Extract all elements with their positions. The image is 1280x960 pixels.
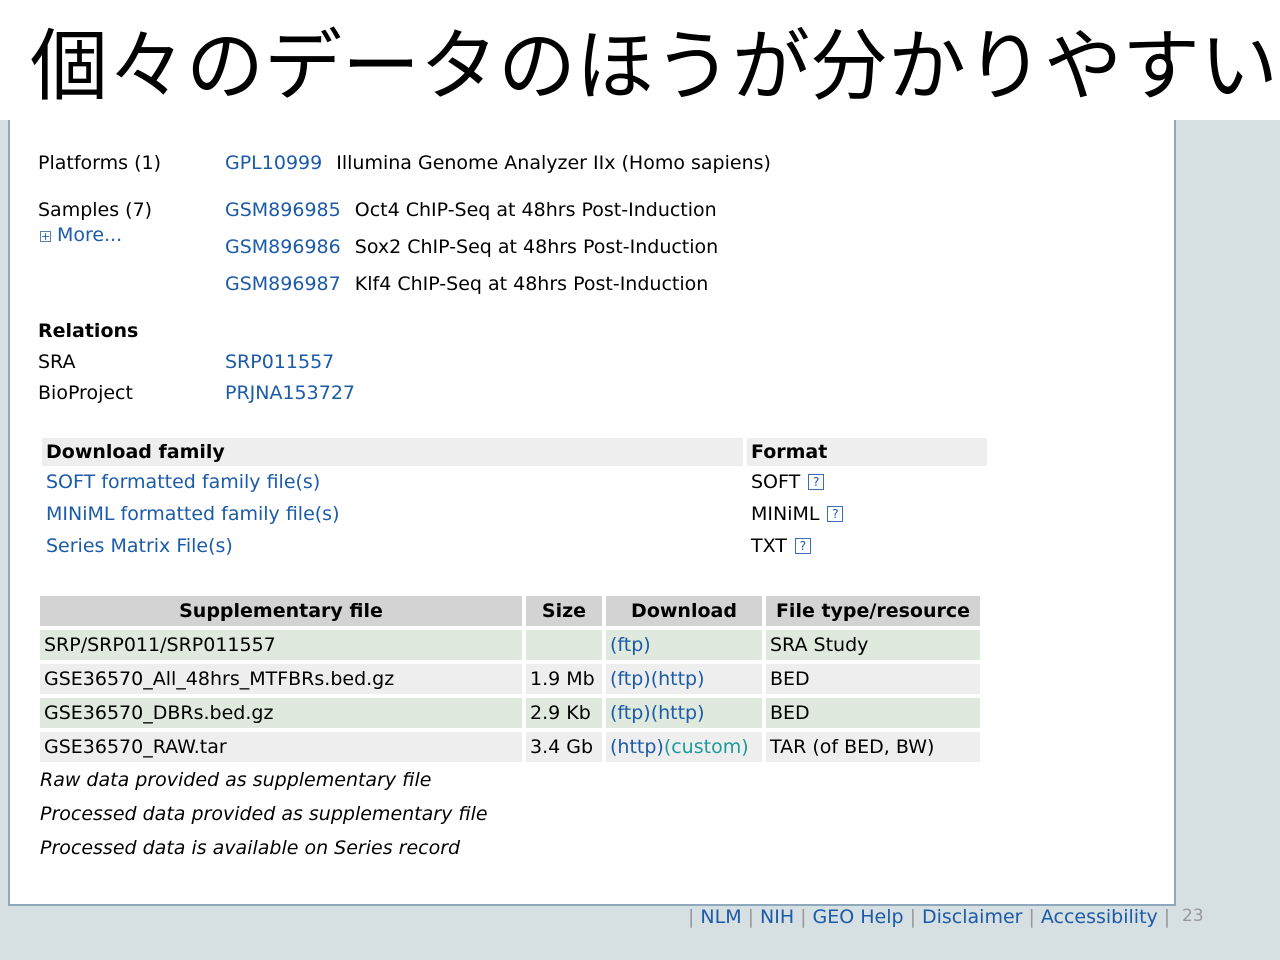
supplementary-note: Raw data provided as supplementary file — [40, 769, 432, 791]
http-link[interactable]: (http) — [651, 668, 705, 690]
footer-link-accessibility[interactable]: Accessibility — [1041, 906, 1158, 928]
download-header: Download — [606, 596, 762, 626]
table-row: SRP/SRP011/SRP011557 (ftp) SRA Study — [40, 630, 980, 660]
footer-separator: | — [909, 906, 916, 928]
miniml-family-link[interactable]: MINiML formatted family file(s) — [46, 503, 339, 525]
table-row: GSE36570_All_48hrs_MTFBRs.bed.gz 1.9 Mb … — [40, 664, 980, 694]
file-name: GSE36570_All_48hrs_MTFBRs.bed.gz — [40, 664, 522, 694]
platform-description: Illumina Genome Analyzer IIx (Homo sapie… — [336, 152, 771, 174]
supplementary-note: Processed data provided as supplementary… — [40, 803, 488, 825]
file-size: 1.9 Mb — [526, 664, 602, 694]
samples-label: Samples (7) — [38, 199, 153, 221]
footer-separator: | — [688, 906, 695, 928]
relation-label: SRA — [38, 351, 76, 373]
sample-row: GSM896986 Sox2 ChIP-Seq at 48hrs Post-In… — [225, 236, 718, 258]
platform-link[interactable]: GPL10999 — [225, 152, 322, 174]
sample-description: Klf4 ChIP-Seq at 48hrs Post-Induction — [354, 273, 709, 295]
soft-family-link[interactable]: SOFT formatted family file(s) — [46, 471, 320, 493]
plus-box-icon: + — [40, 230, 51, 243]
ftp-link[interactable]: (ftp) — [610, 702, 651, 724]
help-icon[interactable]: ? — [827, 506, 844, 522]
format-value: MINiML — [751, 503, 820, 525]
file-type: SRA Study — [766, 630, 980, 660]
help-icon[interactable]: ? — [794, 538, 811, 554]
supplementary-file-table: Supplementary file Size Download File ty… — [36, 592, 984, 766]
file-size: 2.9 Kb — [526, 698, 602, 728]
footer-separator: | — [747, 906, 755, 928]
supplementary-file-header: Supplementary file — [40, 596, 522, 626]
file-name: GSE36570_RAW.tar — [40, 732, 522, 762]
more-samples-toggle[interactable]: + More... — [40, 224, 122, 246]
download-family-table: Download family Format SOFT formatted fa… — [38, 438, 991, 562]
help-icon[interactable]: ? — [808, 474, 825, 490]
download-family-header: Download family — [42, 438, 743, 466]
series-matrix-link[interactable]: Series Matrix File(s) — [46, 535, 233, 557]
relations-heading: Relations — [38, 320, 139, 342]
file-size — [526, 630, 602, 660]
relation-label: BioProject — [38, 382, 133, 404]
size-header: Size — [526, 596, 602, 626]
footer-separator: | — [1163, 906, 1171, 928]
table-row: GSE36570_DBRs.bed.gz 2.9 Kb (ftp)(http) … — [40, 698, 980, 728]
sample-row: GSM896985 Oct4 ChIP-Seq at 48hrs Post-In… — [225, 199, 717, 221]
http-link[interactable]: (http) — [651, 702, 705, 724]
sample-link[interactable]: GSM896986 — [225, 236, 341, 258]
file-type-header: File type/resource — [766, 596, 980, 626]
footer-link-disclaimer[interactable]: Disclaimer — [922, 906, 1022, 928]
slide-title: 個々のデータのほうが分かりやすい — [30, 22, 1279, 112]
table-row: GSE36570_RAW.tar 3.4 Gb (http)(custom) T… — [40, 732, 980, 762]
ftp-link[interactable]: (ftp) — [610, 634, 651, 656]
file-type: BED — [766, 664, 980, 694]
file-size: 3.4 Gb — [526, 732, 602, 762]
bioproject-link[interactable]: PRJNA153727 — [225, 382, 355, 404]
file-type: TAR (of BED, BW) — [766, 732, 980, 762]
format-header: Format — [747, 438, 987, 466]
footer-link-nlm[interactable]: NLM — [700, 906, 741, 928]
file-name: SRP/SRP011/SRP011557 — [40, 630, 522, 660]
http-link[interactable]: (http) — [610, 736, 664, 758]
platforms-label: Platforms (1) — [38, 152, 161, 174]
sample-row: GSM896987 Klf4 ChIP-Seq at 48hrs Post-In… — [225, 273, 708, 295]
sample-link[interactable]: GSM896987 — [225, 273, 341, 295]
sample-link[interactable]: GSM896985 — [225, 199, 341, 221]
sra-link[interactable]: SRP011557 — [225, 351, 334, 373]
more-samples-link[interactable]: More... — [57, 224, 122, 246]
footer-separator: | — [1028, 906, 1035, 928]
sample-description: Oct4 ChIP-Seq at 48hrs Post-Induction — [354, 199, 717, 221]
format-value: TXT — [751, 535, 787, 557]
footer-separator: | — [800, 906, 807, 928]
supplementary-note: Processed data is available on Series re… — [40, 837, 461, 859]
footer-link-geo-help[interactable]: GEO Help — [813, 906, 904, 928]
format-value: SOFT — [751, 471, 801, 493]
custom-link[interactable]: (custom) — [664, 736, 749, 758]
sample-description: Sox2 ChIP-Seq at 48hrs Post-Induction — [354, 236, 719, 258]
file-type: BED — [766, 698, 980, 728]
file-name: GSE36570_DBRs.bed.gz — [40, 698, 522, 728]
footer-links: | NLM | NIH | GEO Help | Disclaimer | Accessibili… — [682, 906, 1176, 928]
footer-link-nih[interactable]: NIH — [760, 906, 794, 928]
ftp-link[interactable]: (ftp) — [610, 668, 651, 690]
page-number: 23 — [1182, 906, 1204, 926]
